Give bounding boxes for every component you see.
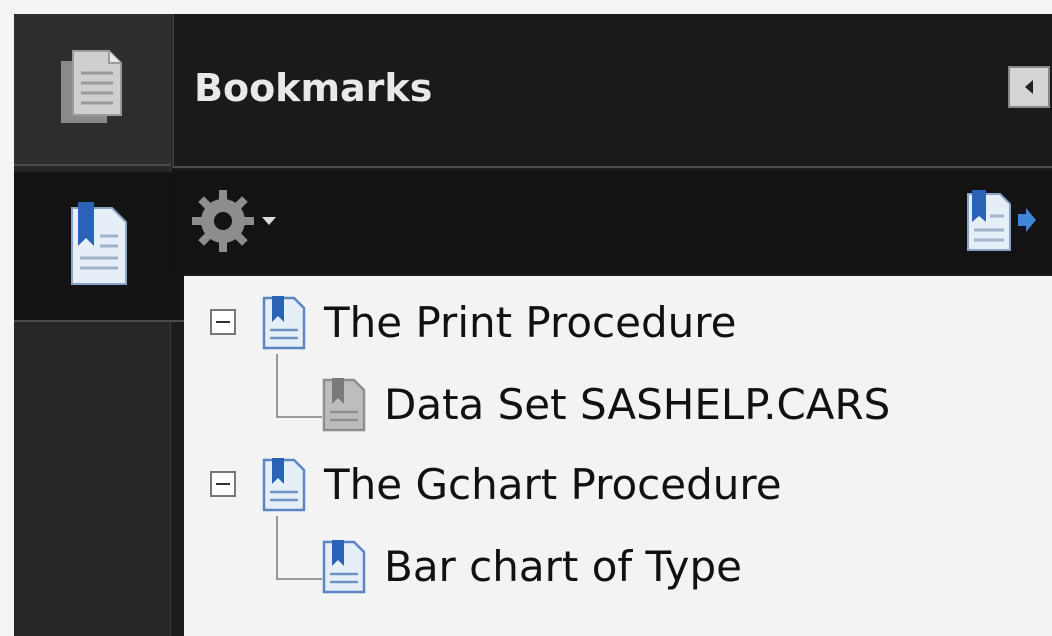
collapse-panel-button[interactable]	[1008, 66, 1050, 108]
tree-item-label: The Gchart Procedure	[324, 459, 782, 509]
tree-item-label: Data Set SASHELP.CARS	[384, 379, 891, 429]
tree-item-label: Bar chart of Type	[384, 541, 743, 591]
bookmark-blue-icon	[262, 296, 306, 350]
expand-bookmark-button[interactable]	[964, 190, 1038, 258]
tree-connector-line	[276, 516, 322, 580]
page-thumbnails-icon	[61, 50, 122, 123]
tree-item-gchart-procedure[interactable]: The Gchart Procedure	[262, 448, 782, 520]
options-menu-button[interactable]	[190, 188, 278, 254]
bookmark-gray-icon	[322, 378, 366, 432]
panel-header: Bookmarks	[172, 14, 1052, 168]
collapse-toggle[interactable]	[210, 471, 236, 497]
bookmarks-tab[interactable]	[14, 172, 184, 322]
bookmarks-panel-frame: Bookmarks The Print Procedure Data Set S…	[14, 14, 1052, 636]
chevron-left-icon	[1025, 80, 1033, 94]
bookmark-tree: The Print Procedure Data Set SASHELP.CAR…	[184, 276, 1052, 636]
pages-tab[interactable]	[14, 14, 170, 166]
bookmark-blue-icon	[322, 540, 366, 594]
dropdown-arrow-icon	[262, 217, 276, 225]
tree-connector-line	[276, 354, 322, 418]
tree-item-label: The Print Procedure	[324, 297, 737, 347]
tree-item-bar-chart[interactable]: Bar chart of Type	[322, 530, 742, 602]
bookmark-blue-icon	[262, 458, 306, 512]
gear-icon	[192, 190, 254, 252]
panel-title: Bookmarks	[194, 66, 433, 110]
bookmarks-toolbar	[172, 170, 1052, 274]
collapse-toggle[interactable]	[210, 309, 236, 335]
navigation-strip	[14, 14, 184, 636]
expand-bookmark-icon	[967, 190, 1036, 251]
tree-item-data-set[interactable]: Data Set SASHELP.CARS	[322, 368, 890, 440]
bookmark-page-icon	[71, 202, 127, 285]
tree-item-print-procedure[interactable]: The Print Procedure	[262, 286, 736, 358]
